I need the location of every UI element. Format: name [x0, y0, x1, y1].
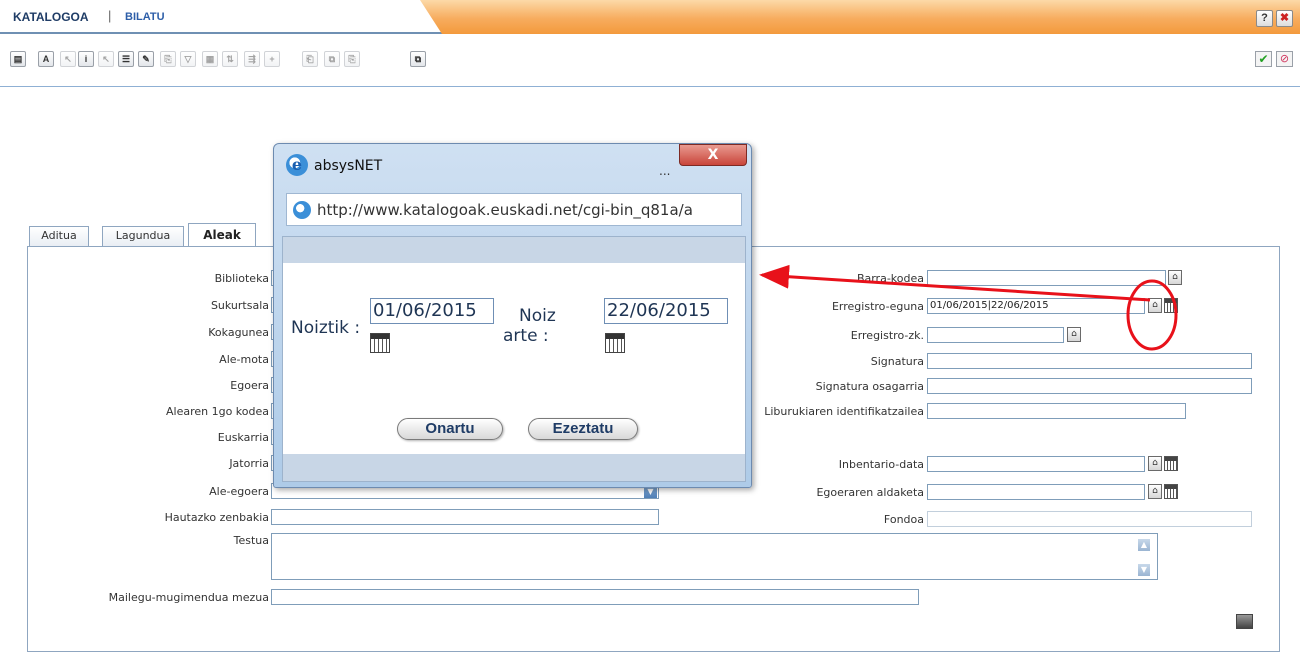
dialog-title: absysNET [314, 158, 383, 174]
label-inbentario-data: Inbentario-data [838, 458, 924, 471]
toolbar-divider [0, 86, 1300, 87]
scroll-down-icon[interactable]: ▼ [1138, 564, 1150, 576]
tab-aleak[interactable]: Aleak [188, 223, 256, 247]
header-separator: | [108, 8, 112, 23]
duplicate-icon[interactable]: ⧉ [324, 51, 340, 67]
testua-textarea[interactable] [271, 533, 1158, 580]
browser-e-icon: e [286, 154, 308, 176]
ezeztatu-button[interactable]: Ezeztatu [528, 418, 638, 440]
search-link[interactable]: BILATU [125, 11, 165, 23]
label-erregistro-eguna: Erregistro-eguna [831, 300, 924, 313]
fondoa-field[interactable] [927, 511, 1252, 527]
signatura-osagarria-field[interactable] [927, 378, 1252, 394]
label-mailegu-mezua: Mailegu-mugimendua mezua [108, 591, 269, 604]
clipboard-icon[interactable]: ⎘ [344, 51, 360, 67]
mailegu-mezua-field[interactable] [271, 589, 919, 605]
label-ale-mota: Ale-mota [219, 353, 269, 366]
record-icon[interactable]: ☰ [118, 51, 134, 67]
tab-lagundua[interactable]: Lagundua [102, 226, 184, 246]
lookup-icon[interactable]: ⌂ [1067, 327, 1081, 342]
hautazko-zenbakia-field[interactable] [271, 509, 659, 525]
address-bar[interactable]: http://www.katalogoak.euskadi.net/cgi-bi… [286, 193, 742, 226]
sort-icon[interactable]: ⇅ [222, 51, 238, 67]
print-icon[interactable] [1236, 614, 1253, 629]
label-egoera: Egoera [230, 379, 269, 392]
label-fondoa: Fondoa [883, 513, 924, 526]
address-text: http://www.katalogoak.euskadi.net/cgi-bi… [317, 201, 693, 219]
copy-icon[interactable]: ⎘ [160, 51, 176, 67]
label-euskarria: Euskarria [217, 431, 269, 444]
signatura-field[interactable] [927, 353, 1252, 369]
calendar-icon[interactable] [605, 333, 625, 353]
label-sukurtsala: Sukurtsala [210, 299, 269, 312]
dialog-body: Noiztik : 01/06/2015 Noiz arte : 22/06/2… [282, 236, 746, 482]
lookup-icon[interactable]: ⌂ [1148, 484, 1162, 499]
lookup-icon[interactable]: ⌂ [1148, 456, 1162, 471]
view-icon[interactable]: ▦ [202, 51, 218, 67]
dialog-ellipsis: ... [659, 164, 671, 178]
dialog-top-band [283, 237, 745, 263]
accept-check-icon[interactable]: ✔ [1255, 51, 1272, 67]
help-button[interactable]: ? [1256, 10, 1273, 27]
inbentario-data-field[interactable] [927, 456, 1145, 472]
info-icon[interactable]: i [78, 51, 94, 67]
app-title: KATALOGOA [13, 10, 89, 24]
label-noiztik: Noiztik : [291, 318, 361, 338]
paste-icon[interactable]: ⎗ [302, 51, 318, 67]
toolbar: ▤ A ↖ i ↖ ☰ ✎ ⎘ ▽ ▦ ⇅ ⇶ + ⎗ ⧉ ⎘ ⧉ ✔ ⊘ [0, 36, 1300, 87]
label-kokagunea: Kokagunea [208, 326, 269, 339]
erregistro-eguna-field[interactable]: 01/06/2015|22/06/2015 [927, 298, 1145, 314]
calendar-icon[interactable] [370, 333, 390, 353]
label-barra-kodea: Barra-kodea [856, 272, 924, 285]
label-testua: Testua [233, 534, 269, 547]
calendar-icon[interactable] [1164, 298, 1178, 313]
label-signatura: Signatura [870, 355, 924, 368]
liburukiaren-id-field[interactable] [927, 403, 1186, 419]
edit-icon[interactable]: ✎ [138, 51, 154, 67]
label-jatorria: Jatorria [229, 457, 269, 470]
label-liburukiaren-id: Liburukiaren identifikatzailea [764, 405, 924, 418]
close-button[interactable]: ✖ [1276, 10, 1293, 27]
label-alearen-kodea: Alearen 1go kodea [165, 405, 269, 418]
label-noiz: Noiz [519, 306, 556, 326]
label-biblioteka: Biblioteka [214, 272, 269, 285]
to-date-field[interactable]: 22/06/2015 [604, 298, 728, 324]
date-range-dialog: e absysNET ... X http://www.katalogoak.e… [273, 143, 752, 488]
filter-icon[interactable]: ▽ [180, 51, 196, 67]
dialog-close-button[interactable]: X [679, 144, 747, 166]
merge-icon[interactable]: ⇶ [244, 51, 260, 67]
header-decoration [420, 0, 1300, 34]
calendar-icon[interactable] [1164, 456, 1178, 471]
pointer-icon[interactable]: ↖ [98, 51, 114, 67]
egoeraren-aldaketa-field[interactable] [927, 484, 1145, 500]
label-erregistro-zk: Erregistro-zk. [850, 329, 924, 342]
label-ale-egoera: Ale-egoera [209, 485, 269, 498]
label-arte: arte : [503, 326, 549, 346]
lookup-icon[interactable]: ⌂ [1148, 298, 1162, 313]
list-menu-icon[interactable]: ▤ [10, 51, 26, 67]
label-signatura-osagarria: Signatura osagarria [815, 380, 924, 393]
barra-kodea-field[interactable] [927, 270, 1166, 286]
onartu-button[interactable]: Onartu [397, 418, 503, 440]
label-hautazko-zenbakia: Hautazko zenbakia [164, 511, 269, 524]
lookup-icon[interactable]: ⌂ [1168, 270, 1182, 285]
tab-aditua[interactable]: Aditua [29, 226, 89, 246]
add-icon[interactable]: + [264, 51, 280, 67]
dialog-bottom-band [283, 454, 745, 481]
document-copy-icon[interactable]: ⧉ [410, 51, 426, 67]
erregistro-zk-field[interactable] [927, 327, 1064, 343]
scroll-up-icon[interactable]: ▲ [1138, 539, 1150, 551]
cancel-icon[interactable]: ⊘ [1276, 51, 1293, 67]
back-icon[interactable]: ↖ [60, 51, 76, 67]
app-header: KATALOGOA | BILATU ? ✖ [0, 0, 1300, 34]
browser-e-icon [293, 201, 311, 219]
text-icon[interactable]: A [38, 51, 54, 67]
calendar-icon[interactable] [1164, 484, 1178, 499]
from-date-field[interactable]: 01/06/2015 [370, 298, 494, 324]
label-egoeraren-aldaketa: Egoeraren aldaketa [816, 486, 924, 499]
